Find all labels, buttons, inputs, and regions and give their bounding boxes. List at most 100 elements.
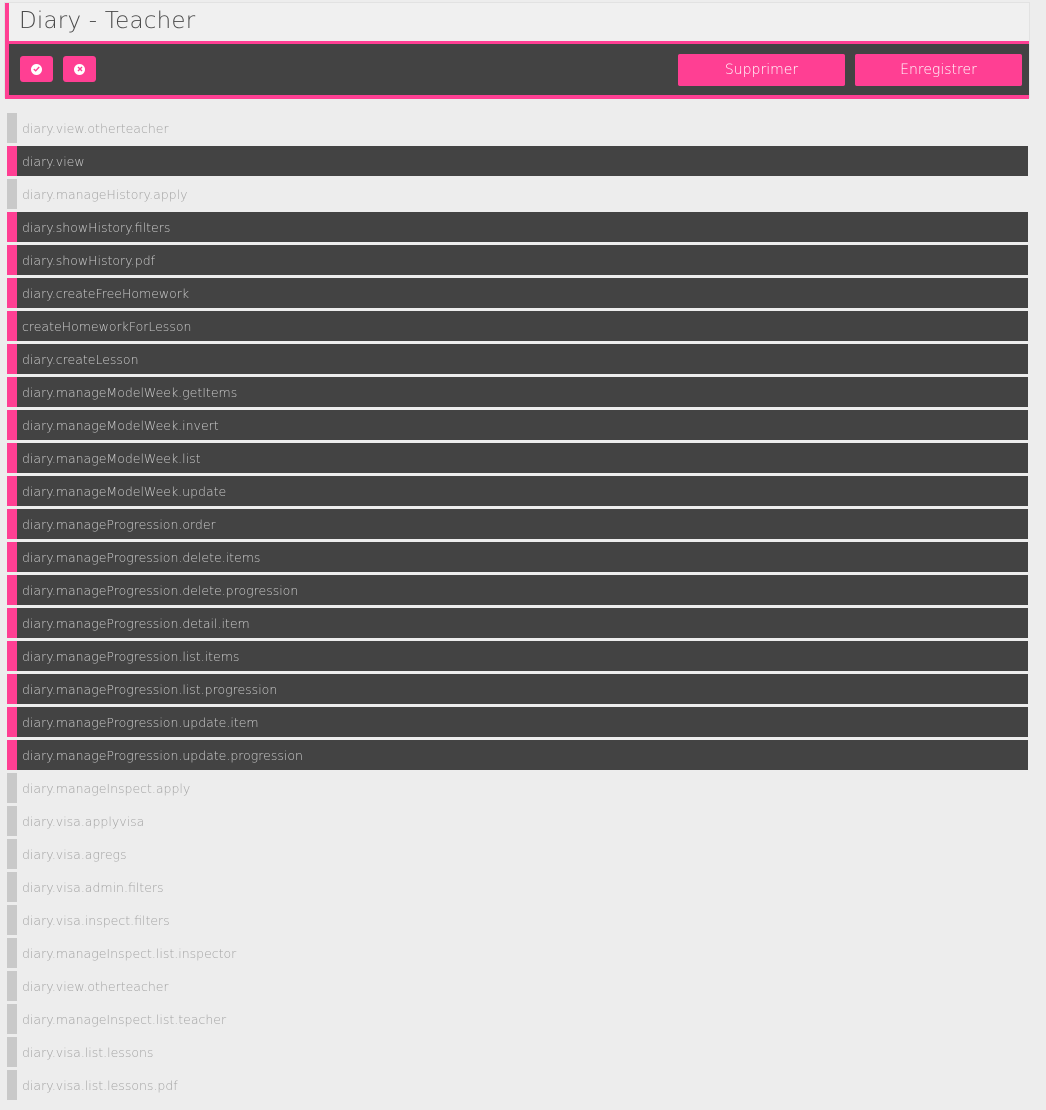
right-label: diary.showHistory.filters bbox=[22, 220, 171, 235]
right-label: diary.visa.inspect.filters bbox=[22, 913, 170, 928]
enabled-marker bbox=[7, 146, 17, 176]
right-label: diary.manageProgression.list.progression bbox=[22, 682, 278, 697]
right-label: diary.view.otherteacher bbox=[22, 979, 169, 994]
right-row[interactable]: diary.visa.admin.filters bbox=[7, 872, 1028, 902]
enabled-marker bbox=[7, 542, 17, 572]
right-label: diary.manageModelWeek.invert bbox=[22, 418, 219, 433]
enabled-marker bbox=[7, 476, 17, 506]
right-row[interactable]: diary.manageHistory.apply bbox=[7, 179, 1028, 209]
right-row[interactable]: diary.createLesson bbox=[7, 344, 1028, 374]
enabled-marker bbox=[7, 443, 17, 473]
enabled-marker bbox=[7, 377, 17, 407]
right-row[interactable]: diary.manageModelWeek.list bbox=[7, 443, 1028, 473]
right-row[interactable]: diary.view.otherteacher bbox=[7, 971, 1028, 1001]
enabled-marker bbox=[7, 410, 17, 440]
select-all-button[interactable] bbox=[20, 56, 53, 82]
right-label: diary.manageProgression.update.progressi… bbox=[22, 748, 303, 763]
disabled-marker bbox=[7, 773, 17, 803]
x-circle-icon bbox=[74, 63, 85, 75]
right-row[interactable]: diary.manageProgression.detail.item bbox=[7, 608, 1028, 638]
deselect-all-button[interactable] bbox=[63, 56, 96, 82]
right-label: diary.manageModelWeek.update bbox=[22, 484, 227, 499]
right-label: diary.view.otherteacher bbox=[22, 121, 169, 136]
enabled-marker bbox=[7, 740, 17, 770]
enabled-marker bbox=[7, 641, 17, 671]
right-label: diary.manageHistory.apply bbox=[22, 187, 188, 202]
right-label: diary.createFreeHomework bbox=[22, 286, 190, 301]
enabled-marker bbox=[7, 575, 17, 605]
right-row[interactable]: diary.visa.list.lessons bbox=[7, 1037, 1028, 1067]
right-row[interactable]: diary.manageProgression.order bbox=[7, 509, 1028, 539]
enabled-marker bbox=[7, 608, 17, 638]
right-row[interactable]: diary.visa.inspect.filters bbox=[7, 905, 1028, 935]
right-row[interactable]: diary.manageProgression.update.item bbox=[7, 707, 1028, 737]
disabled-marker bbox=[7, 113, 17, 143]
right-label: diary.manageInspect.list.inspector bbox=[22, 946, 237, 961]
right-row[interactable]: createHomeworkForLesson bbox=[7, 311, 1028, 341]
toolbar: Supprimer Enregistrer bbox=[5, 41, 1029, 99]
right-row[interactable]: diary.manageProgression.list.items bbox=[7, 641, 1028, 671]
app-container: Diary - Teacher Supprimer Enregistrer di… bbox=[0, 0, 1046, 1110]
right-label: diary.manageModelWeek.list bbox=[22, 451, 201, 466]
disabled-marker bbox=[7, 872, 17, 902]
right-label: diary.visa.list.lessons bbox=[22, 1045, 154, 1060]
right-row[interactable]: diary.view.otherteacher bbox=[7, 113, 1028, 143]
right-row[interactable]: diary.visa.agregs bbox=[7, 839, 1028, 869]
right-label: diary.manageProgression.update.item bbox=[22, 715, 259, 730]
right-row[interactable]: diary.manageInspect.list.inspector bbox=[7, 938, 1028, 968]
right-row[interactable]: diary.createFreeHomework bbox=[7, 278, 1028, 308]
enabled-marker bbox=[7, 707, 17, 737]
right-label: diary.visa.applyvisa bbox=[22, 814, 145, 829]
disabled-marker bbox=[7, 179, 17, 209]
disabled-marker bbox=[7, 839, 17, 869]
right-label: diary.visa.admin.filters bbox=[22, 880, 164, 895]
enabled-marker bbox=[7, 311, 17, 341]
delete-button[interactable]: Supprimer bbox=[678, 54, 845, 86]
right-row[interactable]: diary.manageModelWeek.invert bbox=[7, 410, 1028, 440]
enabled-marker bbox=[7, 245, 17, 275]
disabled-marker bbox=[7, 938, 17, 968]
right-label: diary.manageProgression.detail.item bbox=[22, 616, 250, 631]
rights-list: diary.view.otherteacher diary.view diary.m… bbox=[7, 113, 1028, 1103]
right-label: diary.visa.list.lessons.pdf bbox=[22, 1078, 178, 1093]
right-row[interactable]: diary.showHistory.filters bbox=[7, 212, 1028, 242]
role-panel: Diary - Teacher Supprimer Enregistrer bbox=[4, 2, 1030, 99]
right-label: diary.view bbox=[22, 154, 85, 169]
right-row[interactable]: diary.manageModelWeek.getItems bbox=[7, 377, 1028, 407]
right-row[interactable]: diary.manageInspect.list.teacher bbox=[7, 1004, 1028, 1034]
right-label: diary.showHistory.pdf bbox=[22, 253, 156, 268]
page-title: Diary - Teacher bbox=[19, 8, 196, 34]
enabled-marker bbox=[7, 344, 17, 374]
right-label: diary.manageModelWeek.getItems bbox=[22, 385, 238, 400]
right-row[interactable]: diary.manageProgression.list.progression bbox=[7, 674, 1028, 704]
right-row[interactable]: diary.manageProgression.delete.progressi… bbox=[7, 575, 1028, 605]
right-label: diary.manageProgression.list.items bbox=[22, 649, 240, 664]
right-row[interactable]: diary.manageProgression.update.progressi… bbox=[7, 740, 1028, 770]
right-label: diary.visa.agregs bbox=[22, 847, 127, 862]
right-label: createHomeworkForLesson bbox=[22, 319, 192, 334]
right-label: diary.manageProgression.order bbox=[22, 517, 216, 532]
right-label: diary.manageInspect.apply bbox=[22, 781, 191, 796]
right-row[interactable]: diary.visa.applyvisa bbox=[7, 806, 1028, 836]
right-row[interactable]: diary.manageProgression.delete.items bbox=[7, 542, 1028, 572]
right-row[interactable]: diary.visa.list.lessons.pdf bbox=[7, 1070, 1028, 1100]
disabled-marker bbox=[7, 905, 17, 935]
right-row[interactable]: diary.showHistory.pdf bbox=[7, 245, 1028, 275]
check-circle-icon bbox=[31, 63, 42, 75]
save-button[interactable]: Enregistrer bbox=[855, 54, 1022, 86]
right-row[interactable]: diary.manageInspect.apply bbox=[7, 773, 1028, 803]
title-bar: Diary - Teacher bbox=[5, 3, 1029, 41]
enabled-marker bbox=[7, 212, 17, 242]
disabled-marker bbox=[7, 1004, 17, 1034]
right-label: diary.manageProgression.delete.items bbox=[22, 550, 261, 565]
right-label: diary.createLesson bbox=[22, 352, 139, 367]
enabled-marker bbox=[7, 509, 17, 539]
right-row[interactable]: diary.view bbox=[7, 146, 1028, 176]
right-label: diary.manageInspect.list.teacher bbox=[22, 1012, 227, 1027]
disabled-marker bbox=[7, 1037, 17, 1067]
right-label: diary.manageProgression.delete.progressi… bbox=[22, 583, 299, 598]
disabled-marker bbox=[7, 1070, 17, 1100]
enabled-marker bbox=[7, 674, 17, 704]
right-row[interactable]: diary.manageModelWeek.update bbox=[7, 476, 1028, 506]
enabled-marker bbox=[7, 278, 17, 308]
